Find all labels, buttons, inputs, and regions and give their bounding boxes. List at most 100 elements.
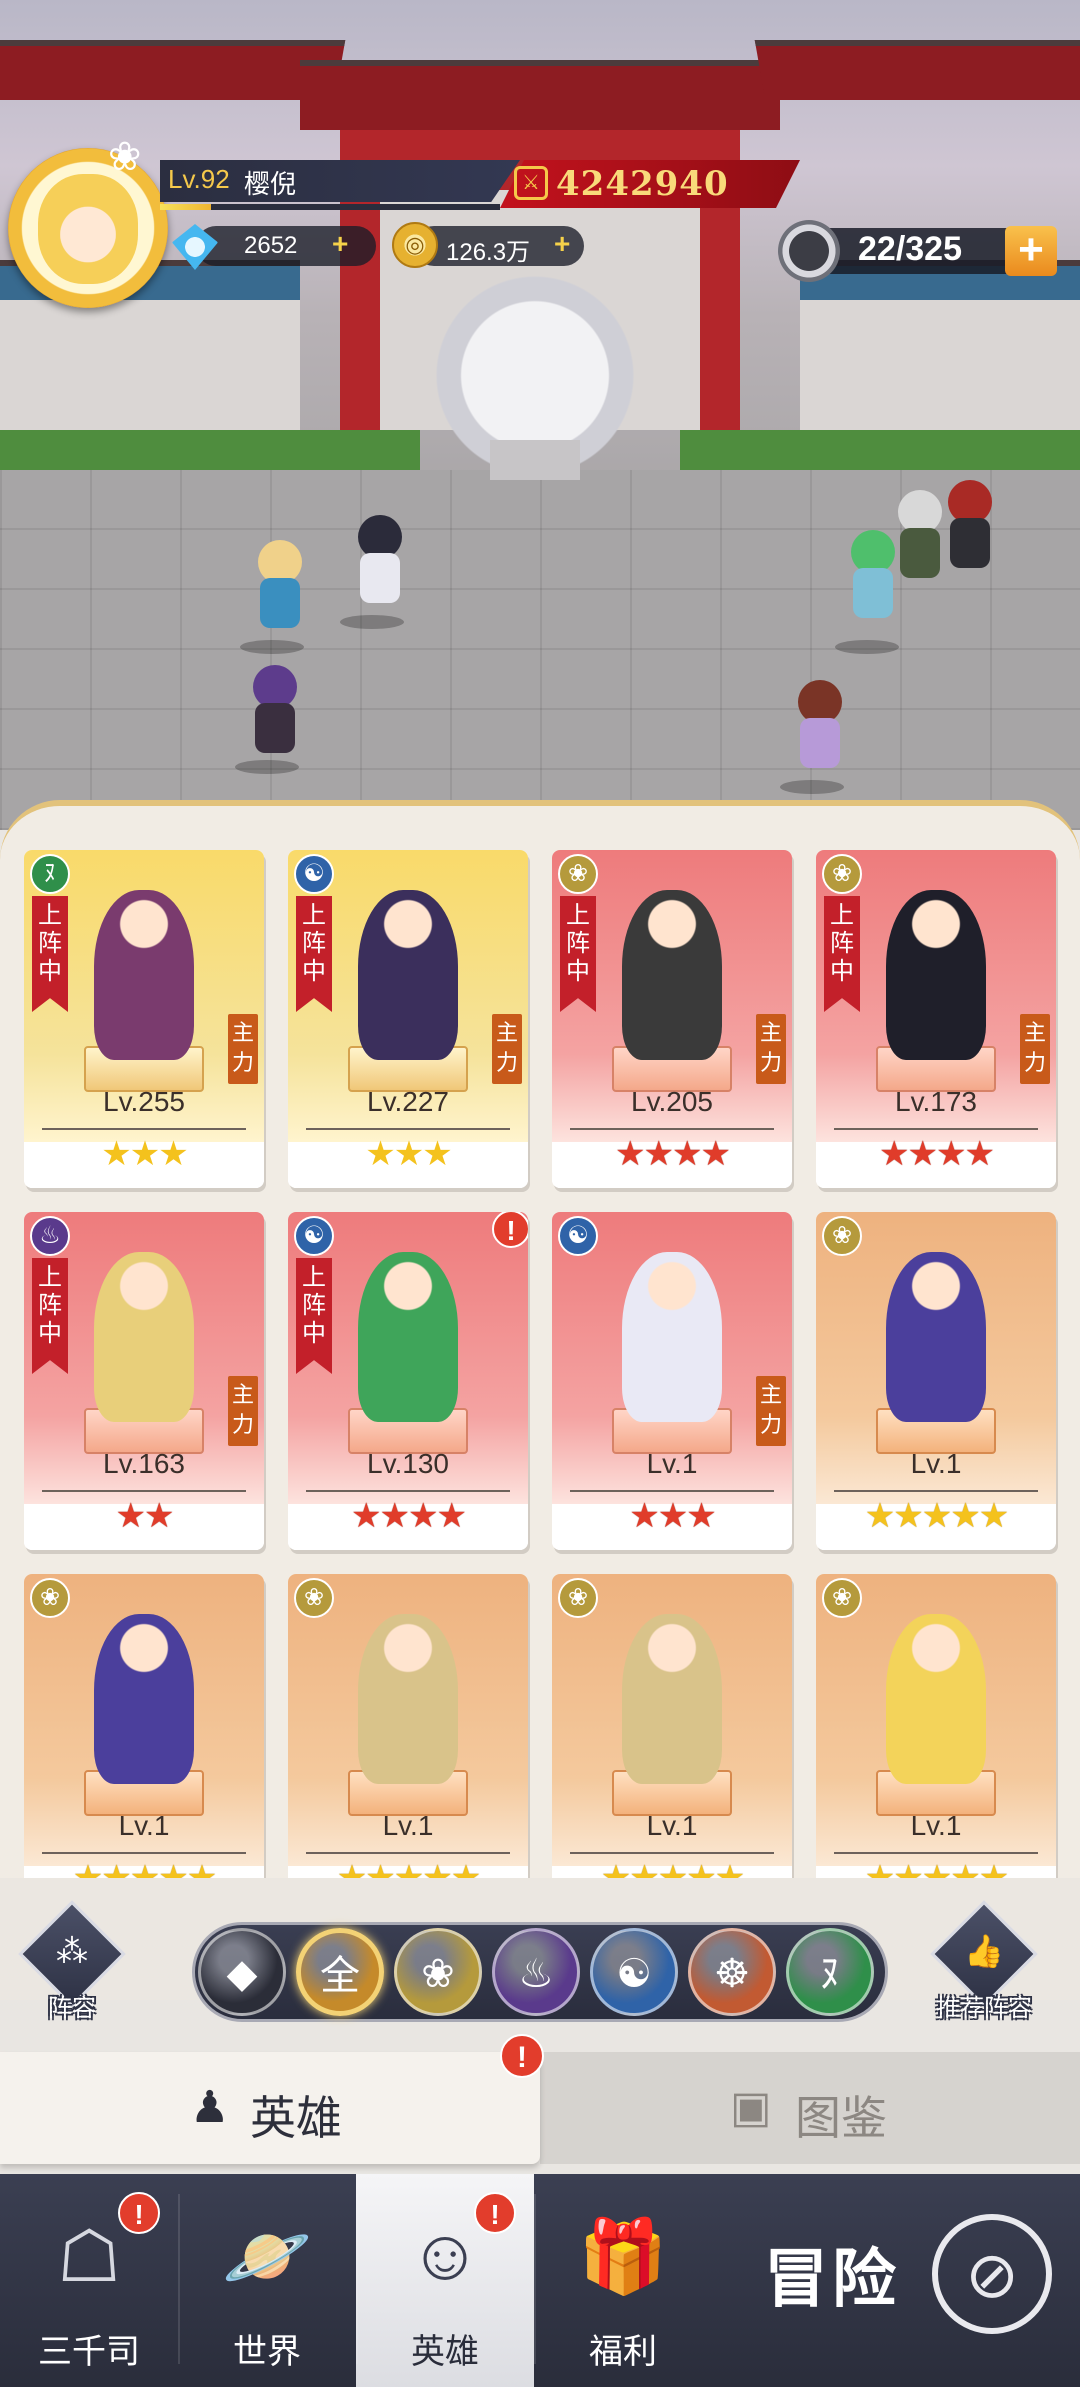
right-roof bbox=[754, 40, 1080, 100]
stamina-plus-button[interactable]: + bbox=[1005, 226, 1057, 276]
codex-book-icon: ▣ bbox=[730, 2083, 772, 2132]
hero-sprite-red-hair[interactable] bbox=[930, 480, 1010, 590]
hero-card[interactable]: Lv.173 ★★★★ ❀ 上阵中主力 bbox=[816, 850, 1056, 1188]
deployed-banner: 上阵中 bbox=[32, 896, 68, 1012]
deployed-banner: 上阵中 bbox=[560, 896, 596, 1012]
card-divider bbox=[42, 1128, 246, 1130]
filter-all-button[interactable]: 全 bbox=[296, 1928, 384, 2016]
filter-flame-button[interactable]: ♨ bbox=[492, 1928, 580, 2016]
hero-sprite-purple-hair[interactable] bbox=[240, 665, 310, 765]
card-divider bbox=[834, 1128, 1038, 1130]
adventure-button[interactable]: 冒险 ⊘ bbox=[712, 2174, 1080, 2387]
hero-level: Lv.1 bbox=[646, 1810, 698, 1841]
hero-card[interactable]: Lv.255 ★★★ ﾇ上阵中主力 bbox=[24, 850, 264, 1188]
hero-card[interactable]: Lv.1 ★★★★★ ❀ bbox=[816, 1212, 1056, 1550]
gem-plus-icon[interactable]: + bbox=[332, 228, 348, 260]
sprite-shadow bbox=[340, 615, 404, 629]
hero-portrait bbox=[886, 1252, 986, 1422]
hero-stars: ★★★ bbox=[629, 1497, 716, 1535]
hero-portrait bbox=[94, 1614, 194, 1784]
center-roof bbox=[300, 60, 780, 130]
filter-lotus-button[interactable]: ❀ bbox=[394, 1928, 482, 2016]
card-divider bbox=[306, 1490, 510, 1492]
nav-item-1[interactable]: 🪐 世界 bbox=[178, 2174, 356, 2387]
filter-meditation-button[interactable]: ☸ bbox=[688, 1928, 776, 2016]
nav-separator bbox=[178, 2194, 180, 2364]
hero-level: Lv.173 bbox=[895, 1086, 977, 1117]
lotus-faction-icon: ❀ bbox=[822, 1216, 862, 1256]
tab-heroes-label: 英雄 bbox=[250, 2092, 342, 2144]
recommended-lineup-button[interactable]: 👍 推荐阵容 bbox=[930, 1900, 1038, 2022]
nav-label: 英雄 bbox=[411, 2333, 479, 2371]
hero-card[interactable]: Lv.227 ★★★ ☯ 上阵中主力 bbox=[288, 850, 528, 1188]
hero-sprite-dark-hair[interactable] bbox=[345, 515, 415, 615]
lineup-label: 阵容 bbox=[48, 1995, 96, 2022]
hero-sprite-brown-hair[interactable] bbox=[785, 680, 855, 780]
hero-level: Lv.205 bbox=[631, 1086, 713, 1117]
deployed-banner: 上阵中 bbox=[824, 896, 860, 1012]
lineup-button[interactable]: ⁂ 阵容 bbox=[18, 1900, 126, 2022]
hero-stars: ★★★★★ bbox=[864, 1497, 1009, 1535]
hero-card[interactable]: Lv.205 ★★★★ ❀ 上阵中主力 bbox=[552, 850, 792, 1188]
hero-portrait bbox=[94, 890, 194, 1060]
adventure-label: 冒险 bbox=[764, 2243, 900, 2315]
nav-label: 福利 bbox=[589, 2333, 657, 2371]
player-avatar[interactable]: ❀ bbox=[8, 135, 168, 308]
main-hero-tag: 主力 bbox=[228, 1014, 258, 1084]
hero-level: Lv.1 bbox=[646, 1448, 698, 1479]
gold-coin-icon: ◎ bbox=[392, 222, 438, 268]
hero-card[interactable]: Lv.1 ★★★★★ ❀ bbox=[552, 1574, 792, 1878]
hero-card[interactable]: Lv.130 ★★★★ ☯ 上阵中! bbox=[288, 1212, 528, 1550]
hero-card[interactable]: Lv.1 ★★★★★ ❀ bbox=[816, 1574, 1056, 1878]
hero-stars: ★★★★★ bbox=[336, 1859, 481, 1878]
card-divider bbox=[570, 1128, 774, 1130]
hero-stars: ★★★ bbox=[101, 1135, 188, 1173]
hero-level: Lv.163 bbox=[103, 1448, 185, 1479]
statue-base bbox=[490, 440, 580, 480]
left-grass bbox=[0, 430, 420, 470]
player-level: Lv.92 bbox=[168, 164, 230, 194]
stamina-count: 22/325 bbox=[858, 230, 962, 268]
hero-level: Lv.1 bbox=[382, 1810, 434, 1841]
hero-card[interactable]: Lv.163 ★★ ♨ 上阵中主力 bbox=[24, 1212, 264, 1550]
nav-label: 世界 bbox=[233, 2333, 301, 2371]
card-divider bbox=[570, 1490, 774, 1492]
hero-portrait bbox=[358, 1614, 458, 1784]
filter-nature-button[interactable]: ﾇ bbox=[786, 1928, 874, 2016]
tab-codex[interactable]: ▣ 图鉴 bbox=[540, 2052, 1080, 2164]
lotus-faction-icon: ❀ bbox=[294, 1578, 334, 1618]
nav-icon: 🪐 bbox=[222, 2217, 312, 2297]
nav-label: 三千司 bbox=[38, 2333, 140, 2371]
yin-yang-faction-icon: ☯ bbox=[294, 1216, 334, 1256]
yin-yang-faction-icon: ☯ bbox=[294, 854, 334, 894]
nature-faction-icon: ﾇ bbox=[30, 854, 70, 894]
avatar-portrait bbox=[38, 174, 138, 284]
nav-item-2[interactable]: ☺ 英雄! bbox=[356, 2174, 534, 2387]
xp-bar-fill bbox=[160, 204, 211, 210]
filter-class-filter-button[interactable]: ◆ bbox=[198, 1928, 286, 2016]
app-root: ❀ Lv.92 樱倪 ⚔ 4242940 2652 + ◎ 126.3万 + 2… bbox=[0, 0, 1080, 2387]
lotus-faction-icon: ❀ bbox=[558, 854, 598, 894]
gold-plus-icon[interactable]: + bbox=[554, 228, 570, 260]
hero-silhouette-icon: ♟ bbox=[190, 2083, 230, 2132]
hero-card[interactable]: Lv.1 ★★★★★ ❀ bbox=[24, 1574, 264, 1878]
hero-level: Lv.227 bbox=[367, 1086, 449, 1117]
lotus-faction-icon: ❀ bbox=[558, 1578, 598, 1618]
hero-stars: ★★★★ bbox=[615, 1135, 731, 1173]
hero-card[interactable]: Lv.1 ★★★ ☯ 主力 bbox=[552, 1212, 792, 1550]
hero-level: Lv.1 bbox=[910, 1810, 962, 1841]
nav-item-3[interactable]: 🎁 福利 bbox=[534, 2174, 712, 2387]
hero-card[interactable]: Lv.1 ★★★★★ ❀ bbox=[288, 1574, 528, 1878]
power-icon: ⚔ bbox=[514, 166, 548, 200]
filter-yin-yang-button[interactable]: ☯ bbox=[590, 1928, 678, 2016]
tab-heroes[interactable]: ♟ 英雄 bbox=[0, 2052, 540, 2164]
nav-separator bbox=[534, 2194, 536, 2364]
left-roof bbox=[0, 40, 346, 100]
hero-sprite-blonde[interactable] bbox=[245, 540, 315, 640]
compass-icon: ⊘ bbox=[932, 2214, 1052, 2334]
sprite-shadow bbox=[240, 640, 304, 654]
hero-card-grid: Lv.255 ★★★ ﾇ上阵中主力 Lv.227 ★★★ ☯ 上阵中主力 Lv.205 ★★★★… bbox=[0, 838, 1080, 1878]
nav-item-0[interactable]: ☖ 三千司! bbox=[0, 2174, 178, 2387]
flame-faction-icon: ♨ bbox=[30, 1216, 70, 1256]
card-divider bbox=[306, 1852, 510, 1854]
